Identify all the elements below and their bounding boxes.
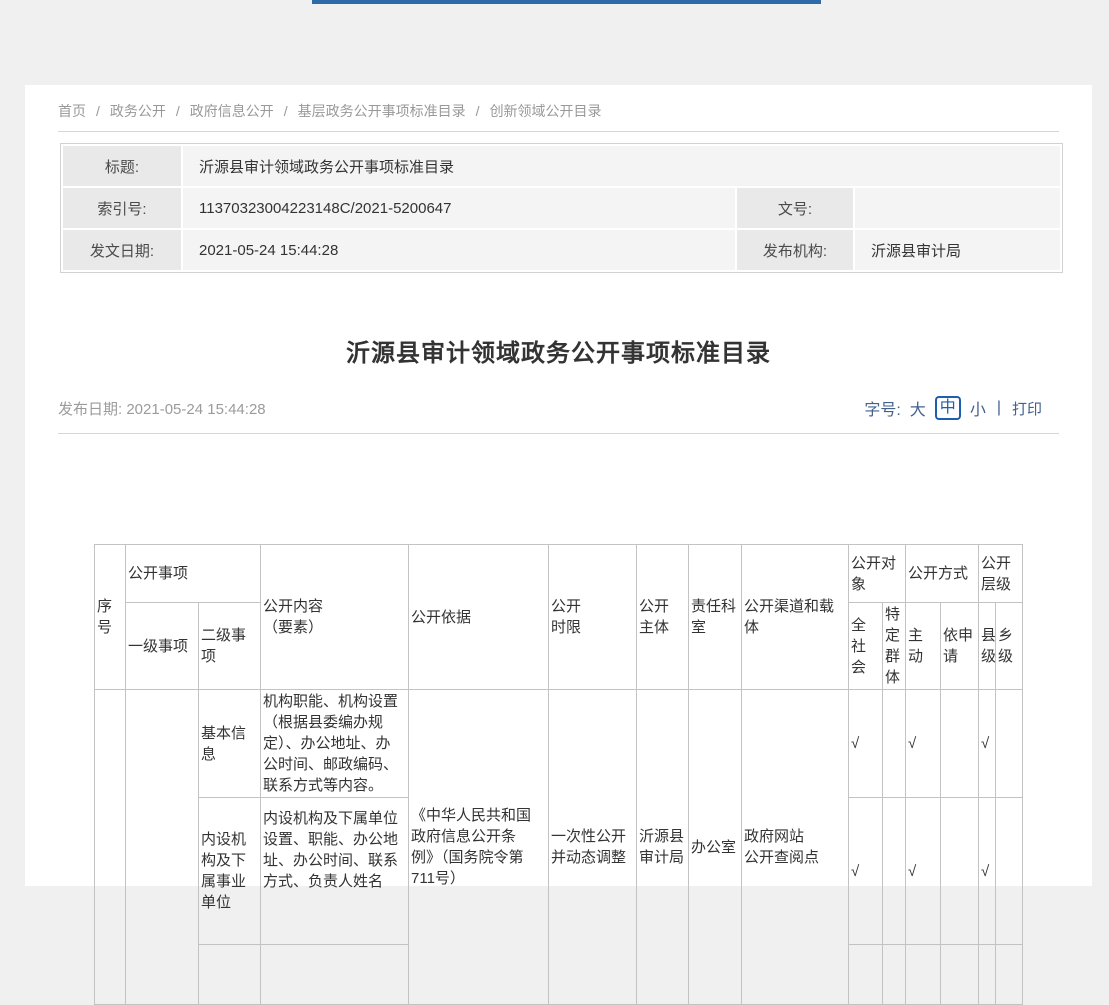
breadcrumb-zhengwu[interactable]: 政务公开: [110, 101, 166, 121]
cell-check-active: √: [906, 798, 941, 945]
cell-check-on-request: [941, 945, 979, 1005]
meta-index-label: 索引号:: [63, 188, 181, 228]
header-township: 乡 级: [996, 603, 1023, 690]
cell-content: 机构职能、机构设置 （根据县委编办规 定）、办公地址、办 公时间、邮政编码、 联…: [261, 690, 409, 798]
top-nav-accent-bar: [312, 0, 821, 4]
cell-seq: [95, 690, 126, 1005]
meta-date-label: 发文日期:: [63, 230, 181, 270]
article-divider: [58, 433, 1059, 434]
meta-agency-label: 发布机构:: [737, 230, 853, 270]
font-size-large-button[interactable]: 大: [910, 396, 926, 420]
header-target-group: 公开对 象: [849, 545, 906, 603]
cell-time-limit: 一次性公开 并动态调整: [549, 690, 637, 1005]
meta-docnum-label: 文号:: [737, 188, 853, 228]
header-level-group: 公开 层级: [979, 545, 1023, 603]
header-method-group: 公开方式: [906, 545, 979, 603]
header-level2: 二级事 项: [199, 603, 261, 690]
cell-check-all-society: [849, 945, 883, 1005]
cell-check-township: [996, 945, 1023, 1005]
meta-agency-value: 沂源县审计局: [855, 230, 1060, 270]
cell-channel: 政府网站 公开查阅点: [742, 690, 849, 1005]
cell-office: 办公室: [689, 690, 742, 1005]
breadcrumb-home[interactable]: 首页: [58, 101, 86, 121]
header-active: 主 动: [906, 603, 941, 690]
publish-row: 发布日期: 2021-05-24 15:44:28 字号: 大 中 小 | 打印: [58, 395, 1042, 421]
header-specific-group: 特 定 群 体: [883, 603, 906, 690]
cell-check-specific-group: [883, 690, 906, 798]
header-office: 责任科 室: [689, 545, 742, 690]
font-size-small-button[interactable]: 小: [970, 396, 986, 420]
breadcrumb-separator: /: [176, 103, 180, 119]
header-county: 县 级: [979, 603, 996, 690]
header-time-limit: 公开 时限: [549, 545, 637, 690]
cell-check-township: [996, 690, 1023, 798]
breadcrumb-separator: /: [96, 103, 100, 119]
cell-check-specific-group: [883, 798, 906, 945]
header-level1: 一级事项: [126, 603, 199, 690]
meta-index-value: 11370323004223148C/2021-5200647: [183, 188, 735, 228]
breadcrumb-separator: /: [284, 103, 288, 119]
publish-date-label: 发布日期:: [58, 401, 122, 418]
cell-check-county: [979, 945, 996, 1005]
cell-check-township: [996, 798, 1023, 945]
header-basis: 公开依据: [409, 545, 549, 690]
header-on-request: 依申 请: [941, 603, 979, 690]
cell-level2: 基本信 息: [199, 690, 261, 798]
meta-row-title: 标题: 沂源县审计领域政务公开事项标准目录: [63, 146, 1060, 186]
cell-check-all-society: √: [849, 690, 883, 798]
cell-level2: [199, 945, 261, 1005]
catalog-row-basic-info: 基本信 息 机构职能、机构设置 （根据县委编办规 定）、办公地址、办 公时间、邮…: [95, 690, 1023, 798]
cell-check-active: [906, 945, 941, 1005]
meta-date-value: 2021-05-24 15:44:28: [183, 230, 735, 270]
catalog-header-row-1: 序 号 公开事项 公开内容 （要素） 公开依据 公开 时限 公开 主体 责任科 …: [95, 545, 1023, 603]
cell-level1: [126, 690, 199, 1005]
cell-level2: 内设机 构及下 属事业 单位: [199, 798, 261, 945]
meta-title-label: 标题:: [63, 146, 181, 186]
header-seq: 序 号: [95, 545, 126, 690]
breadcrumb-current[interactable]: 创新领域公开目录: [490, 101, 602, 121]
cell-check-county: √: [979, 798, 996, 945]
cell-check-on-request: [941, 798, 979, 945]
header-subject: 公开 主体: [637, 545, 689, 690]
header-all-society: 全社 会: [849, 603, 883, 690]
cell-subject: 沂源县 审计局: [637, 690, 689, 1005]
cell-check-all-society: √: [849, 798, 883, 945]
breadcrumb-catalog[interactable]: 基层政务公开事项标准目录: [298, 101, 466, 121]
catalog-table: 序 号 公开事项 公开内容 （要素） 公开依据 公开 时限 公开 主体 责任科 …: [94, 544, 1023, 1005]
cell-check-specific-group: [883, 945, 906, 1005]
publish-date: 发布日期: 2021-05-24 15:44:28: [58, 398, 266, 419]
meta-row-date: 发文日期: 2021-05-24 15:44:28 发布机构: 沂源县审计局: [63, 230, 1060, 270]
breadcrumb-divider: [58, 131, 1059, 132]
content-card: 首页 / 政务公开 / 政府信息公开 / 基层政务公开事项标准目录 / 创新领域…: [25, 85, 1092, 886]
font-size-label: 字号:: [864, 396, 900, 420]
cell-content: 内设机构及下属单位 设置、职能、办公地 址、办公时间、联系 方式、负责人姓名: [261, 798, 409, 945]
controls-divider: |: [995, 399, 1003, 417]
font-size-controls: 字号: 大 中 小 | 打印: [864, 396, 1042, 420]
meta-title-value: 沂源县审计领域政务公开事项标准目录: [183, 146, 1060, 186]
meta-docnum-value: [855, 188, 1060, 228]
cell-basis: 《中华人民共和国 政府信息公开条 例》（国务院令第 711号）: [409, 690, 549, 1005]
cell-content: [261, 945, 409, 1005]
meta-row-index: 索引号: 11370323004223148C/2021-5200647 文号:: [63, 188, 1060, 228]
breadcrumb: 首页 / 政务公开 / 政府信息公开 / 基层政务公开事项标准目录 / 创新领域…: [58, 101, 602, 121]
cell-check-county: √: [979, 690, 996, 798]
cell-check-on-request: [941, 690, 979, 798]
font-size-medium-button[interactable]: 中: [935, 396, 961, 420]
cell-check-active: √: [906, 690, 941, 798]
breadcrumb-gov-info[interactable]: 政府信息公开: [190, 101, 274, 121]
document-meta-table: 标题: 沂源县审计领域政务公开事项标准目录 索引号: 1137032300422…: [60, 143, 1063, 273]
breadcrumb-separator: /: [476, 103, 480, 119]
print-button[interactable]: 打印: [1012, 398, 1042, 419]
header-channel: 公开渠道和载 体: [742, 545, 849, 690]
page-title: 沂源县审计领域政务公开事项标准目录: [25, 333, 1092, 368]
publish-date-value: 2021-05-24 15:44:28: [126, 401, 265, 418]
header-item-group: 公开事项: [126, 545, 261, 603]
header-content: 公开内容 （要素）: [261, 545, 409, 690]
